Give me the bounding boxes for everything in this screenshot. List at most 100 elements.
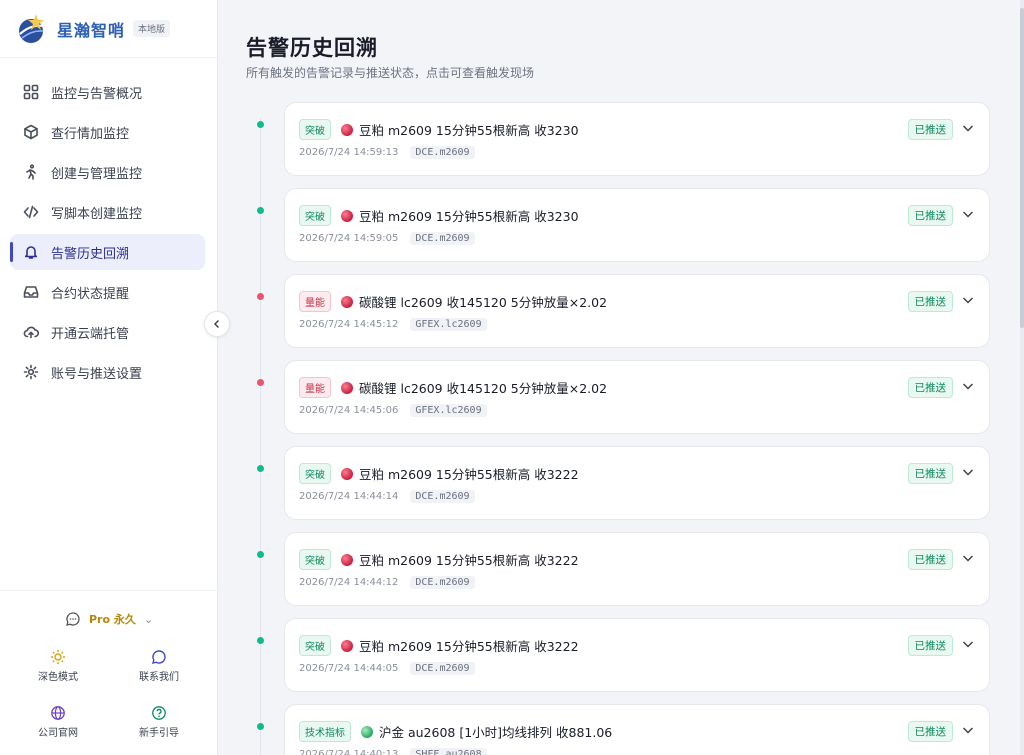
status-ball-icon: [341, 553, 353, 566]
chevron-down-icon[interactable]: [961, 551, 975, 565]
main-content: 告警历史回溯 所有触发的告警记录与推送状态，点击可查看触发现场 突破 豆粕 m2…: [218, 0, 1024, 755]
alert-item[interactable]: 突破 豆粕 m2609 15分钟55根新高 收3222 2026/7/24 14…: [284, 618, 990, 692]
alert-headline: 突破 豆粕 m2609 15分钟55根新高 收3222: [299, 635, 579, 656]
edition-badge: 本地版: [133, 20, 171, 37]
timeline-dot: [257, 207, 264, 214]
sidebar-item-label: 监控与告警概况: [51, 86, 143, 102]
sidebar-item-label: 合约状态提醒: [51, 286, 130, 302]
dark-mode-button[interactable]: 深色模式: [18, 649, 98, 683]
alert-type-tag: 突破: [299, 635, 331, 656]
alert-meta: 2026/7/24 14:59:13 DCE.m2609: [299, 146, 475, 159]
chevron-down-icon[interactable]: [961, 293, 975, 307]
scrollbar[interactable]: [1020, 0, 1024, 755]
alert-symbol: DCE.m2609: [410, 232, 475, 245]
alert-text: 豆粕 m2609 15分钟55根新高 收3230: [359, 123, 579, 138]
alert-item[interactable]: 突破 豆粕 m2609 15分钟55根新高 收3222 2026/7/24 14…: [284, 532, 990, 606]
alert-item[interactable]: 技术指标 沪金 au2608 [1小时]均线排列 收881.06 2026/7/…: [284, 704, 990, 755]
message-icon: [152, 650, 166, 664]
alert-symbol: DCE.m2609: [410, 490, 475, 503]
alert-item[interactable]: 突破 豆粕 m2609 15分钟55根新高 收3230 2026/7/24 14…: [284, 188, 990, 262]
status-ball-icon: [361, 725, 373, 738]
sidebar-item-market[interactable]: 查行情加监控: [10, 114, 205, 150]
status-ball-icon: [341, 467, 353, 480]
dark-mode-label: 深色模式: [38, 672, 78, 683]
bell-icon: [22, 243, 40, 261]
push-status-badge: 已推送: [907, 635, 953, 656]
status-ball-icon: [341, 381, 353, 394]
chevron-down-icon[interactable]: [961, 465, 975, 479]
chevron-down-icon[interactable]: [961, 723, 975, 737]
logo-icon: [14, 12, 48, 46]
sidebar-item-cloud[interactable]: 开通云端托管: [10, 314, 205, 350]
sidebar-footer: Pro 永久 ⌄ 深色模式 联系我们 公司官网 新手引导: [0, 590, 218, 755]
chevron-down-icon[interactable]: [961, 207, 975, 221]
alert-symbol: DCE.m2609: [410, 662, 475, 675]
sidebar-item-settings[interactable]: 账号与推送设置: [10, 354, 205, 390]
collapse-sidebar-button[interactable]: [204, 311, 230, 337]
cube-icon: [22, 123, 40, 141]
alert-meta: 2026/7/24 14:45:12 GFEX.lc2609: [299, 318, 487, 331]
alert-text: 豆粕 m2609 15分钟55根新高 收3222: [359, 639, 579, 654]
push-status-badge: 已推送: [907, 463, 953, 484]
alert-text: 豆粕 m2609 15分钟55根新高 收3230: [359, 209, 579, 224]
alert-meta: 2026/7/24 14:44:05 DCE.m2609: [299, 662, 475, 675]
status-ball-icon: [341, 639, 353, 652]
status-ball-icon: [341, 295, 353, 308]
alert-item[interactable]: 量能 碳酸锂 lc2609 收145120 5分钟放量×2.02 2026/7/…: [284, 274, 990, 348]
chevron-down-icon[interactable]: [961, 379, 975, 393]
alert-text: 碳酸锂 lc2609 收145120 5分钟放量×2.02: [359, 295, 608, 310]
alert-headline: 量能 碳酸锂 lc2609 收145120 5分钟放量×2.02: [299, 291, 607, 312]
dashboard-icon: [22, 83, 40, 101]
sidebar-item-script[interactable]: 写脚本创建监控: [10, 194, 205, 230]
status-ball-icon: [341, 209, 353, 222]
guide-label: 新手引导: [139, 728, 179, 739]
alert-symbol: GFEX.lc2609: [410, 318, 487, 331]
sidebar-item-overview[interactable]: 监控与告警概况: [10, 74, 205, 110]
sidebar-item-label: 账号与推送设置: [51, 366, 143, 382]
alert-symbol: DCE.m2609: [410, 576, 475, 589]
alert-headline: 量能 碳酸锂 lc2609 收145120 5分钟放量×2.02: [299, 377, 607, 398]
alert-item[interactable]: 突破 豆粕 m2609 15分钟55根新高 收3230 2026/7/24 14…: [284, 102, 990, 176]
chevron-down-icon[interactable]: [961, 121, 975, 135]
sidebar-item-alert-history[interactable]: 告警历史回溯: [10, 234, 205, 270]
sidebar-item-label: 查行情加监控: [51, 126, 130, 142]
push-status-badge: 已推送: [907, 205, 953, 226]
guide-button[interactable]: 新手引导: [119, 705, 199, 739]
plan-label: Pro 永久: [88, 613, 136, 626]
alert-headline: 突破 豆粕 m2609 15分钟55根新高 收3222: [299, 463, 579, 484]
scrollbar-thumb[interactable]: [1020, 8, 1024, 328]
alert-symbol: DCE.m2609: [410, 146, 475, 159]
alert-type-tag: 突破: [299, 205, 331, 226]
alert-type-tag: 量能: [299, 291, 331, 312]
chat-bubble-icon: [66, 612, 80, 626]
alert-text: 豆粕 m2609 15分钟55根新高 收3222: [359, 467, 579, 482]
alert-type-tag: 量能: [299, 377, 331, 398]
chevron-left-icon: [213, 319, 220, 329]
timeline-dot: [257, 379, 264, 386]
sidebar-item-label: 写脚本创建监控: [51, 206, 143, 222]
page-subtitle: 所有触发的告警记录与推送状态，点击可查看触发现场: [246, 66, 535, 80]
sidebar-item-create-monitor[interactable]: 创建与管理监控: [10, 154, 205, 190]
chevron-down-icon: ⌄: [143, 612, 154, 626]
contact-button[interactable]: 联系我们: [119, 649, 199, 683]
globe-icon: [51, 706, 65, 720]
sidebar-item-label: 告警历史回溯: [51, 246, 130, 262]
push-status-badge: 已推送: [907, 377, 953, 398]
alert-type-tag: 突破: [299, 119, 331, 140]
run-icon: [22, 163, 40, 181]
alert-time: 2026/7/24 14:59:05: [299, 233, 399, 244]
website-button[interactable]: 公司官网: [18, 705, 98, 739]
alert-time: 2026/7/24 14:40:13: [299, 749, 399, 755]
alert-item[interactable]: 量能 碳酸锂 lc2609 收145120 5分钟放量×2.02 2026/7/…: [284, 360, 990, 434]
chevron-down-icon[interactable]: [961, 637, 975, 651]
alert-meta: 2026/7/24 14:44:14 DCE.m2609: [299, 490, 475, 503]
plan-selector[interactable]: Pro 永久 ⌄: [0, 611, 218, 627]
push-status-badge: 已推送: [907, 291, 953, 312]
help-circle-icon: [152, 706, 166, 720]
alert-item[interactable]: 突破 豆粕 m2609 15分钟55根新高 收3222 2026/7/24 14…: [284, 446, 990, 520]
alert-headline: 技术指标 沪金 au2608 [1小时]均线排列 收881.06: [299, 721, 612, 742]
timeline-dot: [257, 465, 264, 472]
sidebar-item-contract-reminder[interactable]: 合约状态提醒: [10, 274, 205, 310]
alert-headline: 突破 豆粕 m2609 15分钟55根新高 收3222: [299, 549, 579, 570]
sidebar-item-label: 创建与管理监控: [51, 166, 143, 182]
